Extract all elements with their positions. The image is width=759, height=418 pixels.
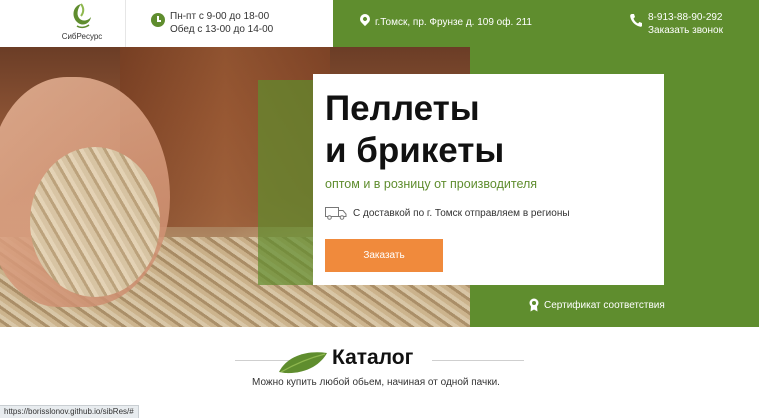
header-divider (125, 0, 126, 47)
catalog-title: Каталог (332, 346, 414, 369)
page: СибРесурс Пн-пт с 9-00 до 18-00 Обед с 1… (0, 0, 759, 418)
logo-icon (73, 3, 91, 29)
delivery-info: С доставкой по г. Томск отправляем в рег… (353, 208, 570, 219)
catalog-divider-right (432, 360, 524, 361)
clock-icon (151, 13, 165, 27)
link-status-bar: https://borisslonov.github.io/sibRes/# (0, 405, 139, 418)
hero-card: Пеллеты и брикеты оптом и в розницу от п… (313, 74, 664, 285)
certificate-icon (529, 298, 539, 312)
header-left: СибРесурс Пн-пт с 9-00 до 18-00 Обед с 1… (0, 0, 333, 47)
hours-line-1: Пн-пт с 9-00 до 18-00 (170, 11, 270, 22)
hero-title-line-2: и брикеты (325, 131, 505, 170)
photo-pellets-in-hand (30, 147, 160, 297)
hero-title: Пеллеты и брикеты (325, 88, 504, 172)
phone-number[interactable]: 8-913-88-90-292 (648, 11, 723, 24)
hero-green-accent (258, 80, 313, 285)
catalog-description: Можно купить любой обьем, начиная от одн… (252, 377, 500, 388)
truck-icon (325, 207, 347, 220)
hours-line-2: Обед с 13-00 до 14-00 (170, 24, 274, 35)
logo-text: СибРесурс (61, 32, 103, 41)
working-hours: Пн-пт с 9-00 до 18-00 Обед с 13-00 до 14… (170, 10, 273, 36)
map-pin-icon (357, 11, 373, 27)
header-right: г.Томск, пр. Фрунзе д. 109 оф. 211 8-913… (333, 0, 759, 47)
hero-title-line-1: Пеллеты (325, 89, 480, 128)
leaf-icon (279, 352, 327, 374)
hero-subtitle: оптом и в розницу от производителя (325, 177, 538, 191)
certificate-link[interactable]: Сертификат соответствия (544, 300, 665, 311)
address: г.Томск, пр. Фрунзе д. 109 оф. 211 (375, 17, 532, 28)
logo[interactable]: СибРесурс (56, 2, 108, 44)
phone-icon (630, 14, 642, 27)
callback-link[interactable]: Заказать звонок (648, 24, 723, 37)
order-button[interactable]: Заказать (325, 239, 443, 272)
